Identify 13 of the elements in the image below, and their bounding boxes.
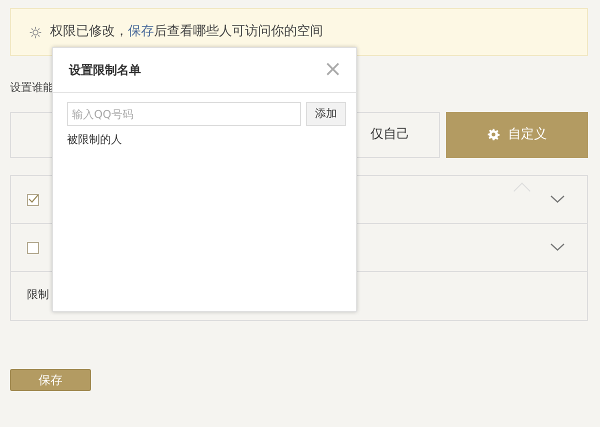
restricted-people-label: 被限制的人 xyxy=(67,132,123,148)
checkbox[interactable] xyxy=(27,240,40,254)
restrict-label: 限制 xyxy=(27,287,49,304)
checkbox[interactable] xyxy=(27,192,40,206)
save-button[interactable]: 保存 xyxy=(10,368,91,390)
dialog-title: 设置限制名单 xyxy=(69,62,141,79)
notice-text: 权限已修改，保存后查看哪些人可访问你的空间 xyxy=(50,23,323,42)
chevron-down-icon[interactable] xyxy=(550,243,565,251)
qq-input-field[interactable]: 输入QQ号码 xyxy=(67,102,301,126)
chevron-down-icon[interactable] xyxy=(550,195,565,203)
option-tab[interactable]: 自定义 xyxy=(446,112,588,158)
save-link[interactable]: 保存 xyxy=(128,24,154,40)
add-button[interactable]: 添加 xyxy=(306,102,346,126)
